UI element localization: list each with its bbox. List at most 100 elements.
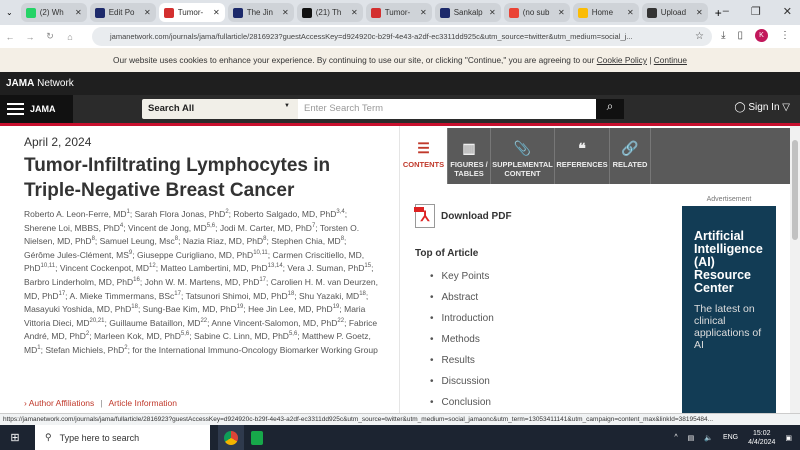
- author-name[interactable]: Barbro Linderholm, MD, PhD: [24, 277, 133, 287]
- chrome-taskbar-icon[interactable]: [218, 425, 244, 450]
- author-name[interactable]: Roberto A. Leon-Ferre, MD: [24, 209, 127, 219]
- menu-button[interactable]: JAMA: [0, 95, 73, 123]
- author-name[interactable]: Matteo Lambertini, MD, PhD: [160, 263, 267, 273]
- tab-close-icon[interactable]: ✕: [75, 8, 82, 17]
- reload-icon[interactable]: ↻: [40, 31, 60, 42]
- tab-close-icon[interactable]: ✕: [282, 8, 289, 17]
- author-name[interactable]: Stefan Michiels, PhD: [45, 345, 124, 355]
- tab-close-icon[interactable]: ✕: [627, 8, 634, 17]
- cookie-policy-link[interactable]: Cookie Policy: [597, 55, 647, 65]
- green-app-taskbar-icon[interactable]: [244, 425, 270, 450]
- panel-tab-supplemental-content[interactable]: 📎 SUPPLEMENTAL CONTENT: [491, 128, 555, 184]
- tab-close-icon[interactable]: ✕: [489, 8, 496, 17]
- menu-icon[interactable]: ⋮: [780, 30, 790, 41]
- tab-close-icon[interactable]: ✕: [696, 8, 703, 17]
- author-name[interactable]: Gérôme Jules-Clément, MS: [24, 250, 129, 260]
- author-name[interactable]: Jodi M. Carter, MD, PhD: [220, 223, 312, 233]
- restore-icon[interactable]: ❐: [751, 5, 761, 18]
- browser-tab[interactable]: (2) Wh ✕: [20, 3, 87, 22]
- browser-tab[interactable]: The Jin ✕: [227, 3, 294, 22]
- author-name[interactable]: Marleen Kok, MD, PhD: [94, 331, 181, 341]
- author-name[interactable]: Sung-Bae Kim, MD, PhD: [143, 304, 237, 314]
- toc-link[interactable]: Conclusion: [430, 392, 494, 413]
- close-window-icon[interactable]: ✕: [783, 5, 792, 18]
- volume-icon[interactable]: 🔈: [704, 434, 713, 442]
- windows-start-icon[interactable]: ⊞: [0, 431, 30, 444]
- author-name[interactable]: Shu Yazaki, MD: [299, 291, 359, 301]
- browser-tab[interactable]: Tumor- ✕: [158, 3, 225, 22]
- author-name[interactable]: Sarah Flora Jonas, PhD: [135, 209, 226, 219]
- author-name[interactable]: Nazia Riaz, MD, PhD: [183, 236, 263, 246]
- author-affiliations-link[interactable]: Author Affiliations: [29, 398, 95, 408]
- author-name[interactable]: Vincent Cockenpot, MD: [60, 263, 149, 273]
- notifications-icon[interactable]: ▣: [785, 434, 792, 442]
- network-logo-bold[interactable]: JAMA: [6, 78, 34, 89]
- language-indicator[interactable]: ENG: [723, 434, 738, 441]
- browser-tab[interactable]: Sankalp ✕: [434, 3, 501, 22]
- clock[interactable]: 15:02 4/4/2024: [748, 429, 775, 447]
- download-icon[interactable]: ⤓: [721, 30, 725, 41]
- panel-tab-contents[interactable]: ☰ CONTENTS: [400, 128, 448, 184]
- scrollbar-thumb[interactable]: [792, 140, 798, 240]
- tray-chevron-icon[interactable]: ^: [674, 434, 677, 441]
- author-name[interactable]: Vincent de Jong, MD: [128, 223, 207, 233]
- panel-tab-figures-tables[interactable]: ▥ FIGURES / TABLES: [448, 128, 491, 184]
- toc-link[interactable]: Discussion: [430, 371, 494, 392]
- browser-tab[interactable]: Edit Po ✕: [89, 3, 156, 22]
- back-icon[interactable]: ←: [0, 32, 20, 42]
- panel-tab-references[interactable]: ❝ REFERENCES: [555, 128, 610, 184]
- toc-link[interactable]: Abstract: [430, 287, 494, 308]
- network-logo-text[interactable]: Network: [34, 78, 74, 89]
- tab-close-icon[interactable]: ✕: [351, 8, 358, 17]
- tab-search-icon[interactable]: ⌄: [6, 8, 13, 17]
- author-name[interactable]: Sherene Loi, MBBS, PhD: [24, 223, 120, 233]
- cookie-continue-link[interactable]: Continue: [654, 55, 687, 65]
- tab-close-icon[interactable]: ✕: [420, 8, 427, 17]
- browser-tab[interactable]: (no sub ✕: [503, 3, 570, 22]
- search-input[interactable]: Enter Search Term: [298, 99, 596, 119]
- author-name[interactable]: Roberto Salgado, MD, PhD: [233, 209, 336, 219]
- search-button[interactable]: ⌕: [596, 99, 624, 119]
- download-pdf-link[interactable]: ⅄ Download PDF: [414, 204, 512, 228]
- author-name[interactable]: Vera J. Suman, PhD: [287, 263, 364, 273]
- panel-tab-related[interactable]: 🔗 RELATED: [610, 128, 651, 184]
- home-icon[interactable]: ⌂: [60, 32, 80, 42]
- toc-link[interactable]: Introduction: [430, 308, 494, 329]
- page-scrollbar[interactable]: [790, 126, 800, 413]
- author-name[interactable]: Masayuki Yoshida, MD, PhD: [24, 304, 131, 314]
- author-name[interactable]: Samuel Leung, Msc: [100, 236, 175, 246]
- network-icon[interactable]: ▤: [688, 434, 695, 442]
- author-name[interactable]: Anne Vincent-Salomon, MD, PhD: [211, 318, 337, 328]
- toc-link[interactable]: Key Points: [430, 266, 494, 287]
- new-tab-button[interactable]: +: [715, 6, 722, 20]
- browser-tab[interactable]: Tumor- ✕: [365, 3, 432, 22]
- tab-close-icon[interactable]: ✕: [213, 8, 220, 17]
- sign-in-button[interactable]: ◯ Sign In ▽: [734, 102, 790, 113]
- author-name[interactable]: John W. M. Martens, MD, PhD: [145, 277, 260, 287]
- author-name[interactable]: Tatsunori Shimoi, MD, PhD: [186, 291, 288, 301]
- toc-link[interactable]: Methods: [430, 329, 494, 350]
- search-scope-select[interactable]: Search All ▼: [142, 99, 298, 119]
- profile-avatar[interactable]: K: [755, 29, 768, 42]
- url-input[interactable]: jamanetwork.com/journals/jama/fullarticl…: [92, 27, 712, 46]
- author-name[interactable]: Sabine C. Linn, MD, PhD: [194, 331, 289, 341]
- author-name[interactable]: Giuseppe Curigliano, MD, PhD: [137, 250, 253, 260]
- browser-tab[interactable]: (21) Th ✕: [296, 3, 363, 22]
- forward-icon[interactable]: →: [20, 32, 40, 42]
- article-information-link[interactable]: Article Information: [109, 398, 178, 408]
- side-panel-icon[interactable]: ▯: [737, 30, 743, 41]
- bookmark-star-icon[interactable]: ☆: [695, 31, 704, 42]
- author-name[interactable]: Hee Jin Lee, MD, PhD: [248, 304, 333, 314]
- taskbar-search[interactable]: ⚲ Type here to search: [35, 425, 210, 450]
- tab-close-icon[interactable]: ✕: [558, 8, 565, 17]
- author-name[interactable]: Guillaume Bataillon, MD: [109, 318, 200, 328]
- toc-link[interactable]: Results: [430, 350, 494, 371]
- browser-tab[interactable]: Upload ✕: [641, 3, 708, 22]
- minimize-icon[interactable]: –: [723, 5, 729, 18]
- author-name[interactable]: Stephen Chia, MD: [271, 236, 340, 246]
- author-name[interactable]: A. Mieke Timmermans, BSc: [69, 291, 174, 301]
- advertisement[interactable]: Artificial Intelligence (AI) Resource Ce…: [682, 206, 776, 413]
- browser-tab[interactable]: Home ✕: [572, 3, 639, 22]
- tab-title: Tumor-: [384, 8, 411, 17]
- tab-close-icon[interactable]: ✕: [144, 8, 151, 17]
